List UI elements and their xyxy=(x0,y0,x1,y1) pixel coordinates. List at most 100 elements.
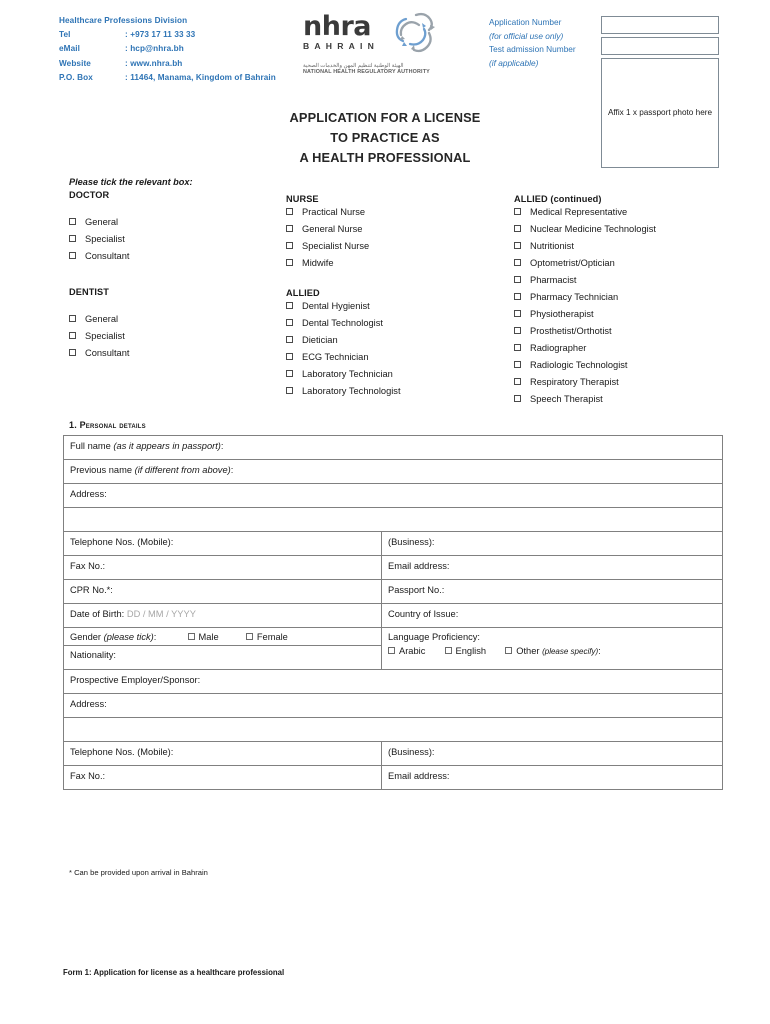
checkbox-icon[interactable] xyxy=(514,208,521,215)
cell-previous-name[interactable]: Previous name (if different from above): xyxy=(63,459,723,484)
cell-address[interactable]: Address: xyxy=(63,483,723,508)
table-row-cpr-passport: CPR No.*: Passport No.: xyxy=(63,579,723,604)
cell-employer-fax[interactable]: Fax No.: xyxy=(63,765,382,790)
cell-employer-address-line2[interactable] xyxy=(63,717,723,742)
checkbox-row-laboratory-technologist[interactable]: Laboratory Technologist xyxy=(286,383,401,400)
cell-fax[interactable]: Fax No.: xyxy=(63,555,382,580)
checkbox-icon[interactable] xyxy=(69,349,76,356)
table-row-address: Address: xyxy=(63,483,723,508)
cell-language-proficiency[interactable]: Language Proficiency: Arabic English Oth… xyxy=(381,627,723,670)
checkbox-icon-arabic[interactable] xyxy=(388,647,395,654)
checkbox-icon[interactable] xyxy=(514,259,521,266)
checkbox-icon[interactable] xyxy=(286,387,293,394)
checkbox-row-midwife[interactable]: Midwife xyxy=(286,255,401,272)
checkbox-row-optometrist-optician[interactable]: Optometrist/Optician xyxy=(514,255,656,272)
cell-email[interactable]: Email address: xyxy=(381,555,723,580)
checkbox-row-speech-therapist[interactable]: Speech Therapist xyxy=(514,391,656,408)
checkbox-icon[interactable] xyxy=(286,208,293,215)
checkbox-row-dental-technologist[interactable]: Dental Technologist xyxy=(286,315,401,332)
cell-date-of-birth[interactable]: Date of Birth: DD / MM / YYYY xyxy=(63,603,382,628)
checkbox-row-pharmacist[interactable]: Pharmacist xyxy=(514,272,656,289)
telephone-mobile-label: Telephone Nos. (Mobile): xyxy=(70,537,174,547)
checkbox-row-dietician[interactable]: Dietician xyxy=(286,332,401,349)
cell-employer-address[interactable]: Address: xyxy=(63,693,723,718)
checkbox-row-doctor-specialist[interactable]: Specialist xyxy=(69,231,129,248)
checkbox-icon[interactable] xyxy=(286,370,293,377)
checkbox-icon[interactable] xyxy=(286,225,293,232)
nationality-row[interactable]: Nationality: xyxy=(64,646,381,669)
checkbox-row-prosthetist-orthotist[interactable]: Prosthetist/Orthotist xyxy=(514,323,656,340)
checkbox-row-doctor-consultant[interactable]: Consultant xyxy=(69,248,129,265)
checkbox-icon[interactable] xyxy=(514,242,521,249)
fax-label: Fax No.: xyxy=(70,561,106,571)
cell-employer-telephone-business[interactable]: (Business): xyxy=(381,741,723,766)
logo-wordmark: nhra xyxy=(303,11,371,42)
checkbox-row-physiotherapist[interactable]: Physiotherapist xyxy=(514,306,656,323)
checkbox-row-dentist-general[interactable]: General xyxy=(69,311,129,328)
cell-telephone-mobile[interactable]: Telephone Nos. (Mobile): xyxy=(63,531,382,556)
checkbox-row-dentist-consultant[interactable]: Consultant xyxy=(69,345,129,362)
checkbox-icon[interactable] xyxy=(286,336,293,343)
checkbox-label: Practical Nurse xyxy=(302,207,366,217)
checkbox-row-radiographer[interactable]: Radiographer xyxy=(514,340,656,357)
checkbox-icon[interactable] xyxy=(69,235,76,242)
language-options[interactable]: Arabic English Other (please specify): xyxy=(388,646,722,656)
language-label: Language Proficiency: xyxy=(388,632,480,642)
checkbox-row-specialist-nurse[interactable]: Specialist Nurse xyxy=(286,238,401,255)
checkbox-row-doctor-general[interactable]: General xyxy=(69,214,129,231)
checkbox-icon[interactable] xyxy=(69,252,76,259)
checkbox-icon[interactable] xyxy=(514,276,521,283)
checkbox-row-dentist-specialist[interactable]: Specialist xyxy=(69,328,129,345)
cell-employer[interactable]: Prospective Employer/Sponsor: xyxy=(63,669,723,694)
checkbox-row-laboratory-technician[interactable]: Laboratory Technician xyxy=(286,366,401,383)
checkbox-icon[interactable] xyxy=(514,378,521,385)
checkbox-icon[interactable] xyxy=(286,259,293,266)
checkbox-icon[interactable] xyxy=(514,361,521,368)
cell-telephone-business[interactable]: (Business): xyxy=(381,531,723,556)
checkbox-row-practical-nurse[interactable]: Practical Nurse xyxy=(286,204,401,221)
cell-cpr[interactable]: CPR No.*: xyxy=(63,579,382,604)
cell-address-line2[interactable] xyxy=(63,507,723,532)
checkbox-icon[interactable] xyxy=(69,315,76,322)
cell-employer-email[interactable]: Email address: xyxy=(381,765,723,790)
checkbox-row-ecg-technician[interactable]: ECG Technician xyxy=(286,349,401,366)
gender-row[interactable]: Gender (please tick): Male Female xyxy=(64,628,381,646)
checkbox-row-dental-hygienist[interactable]: Dental Hygienist xyxy=(286,298,401,315)
checkbox-icon-female[interactable] xyxy=(245,633,253,640)
checkbox-icon[interactable] xyxy=(286,302,293,309)
checkbox-icon[interactable] xyxy=(69,218,76,225)
checkbox-row-general-nurse[interactable]: General Nurse xyxy=(286,221,401,238)
checkbox-row-respiratory-therapist[interactable]: Respiratory Therapist xyxy=(514,374,656,391)
checkbox-icon[interactable] xyxy=(514,327,521,334)
contact-block: Healthcare Professions Division Tel : +9… xyxy=(59,14,276,85)
checkbox-icon-other[interactable] xyxy=(505,647,513,654)
cell-employer-telephone-mobile[interactable]: Telephone Nos. (Mobile): xyxy=(63,741,382,766)
cell-full-name[interactable]: Full name (as it appears in passport): xyxy=(63,435,723,460)
checkbox-label: ECG Technician xyxy=(302,352,369,362)
checkbox-icon-male[interactable] xyxy=(187,633,195,640)
checkbox-icon[interactable] xyxy=(514,395,521,402)
cell-country-of-issue[interactable]: Country of Issue: xyxy=(381,603,723,628)
checkbox-icon[interactable] xyxy=(286,353,293,360)
checkbox-icon[interactable] xyxy=(514,344,521,351)
checkbox-row-radiologic-technologist[interactable]: Radiologic Technologist xyxy=(514,357,656,374)
test-admission-number-field[interactable] xyxy=(601,37,719,55)
checkbox-row-nutritionist[interactable]: Nutritionist xyxy=(514,238,656,255)
checkbox-label: Radiologic Technologist xyxy=(530,360,628,370)
checkbox-row-nuclear-medicine-technologist[interactable]: Nuclear Medicine Technologist xyxy=(514,221,656,238)
checkbox-icon[interactable] xyxy=(514,225,521,232)
application-number-field[interactable] xyxy=(601,16,719,34)
checkbox-row-pharmacy-technician[interactable]: Pharmacy Technician xyxy=(514,289,656,306)
cell-passport[interactable]: Passport No.: xyxy=(381,579,723,604)
checkbox-icon[interactable] xyxy=(514,293,521,300)
checkbox-row-medical-representative[interactable]: Medical Representative xyxy=(514,204,656,221)
previous-name-hint: (if different from above) xyxy=(134,465,231,475)
checkbox-icon-english[interactable] xyxy=(444,647,452,654)
table-row-gender-nationality-language: Gender (please tick): Male Female Nation… xyxy=(63,627,723,670)
checkbox-label: Radiographer xyxy=(530,343,587,353)
checkbox-icon[interactable] xyxy=(286,319,293,326)
checkbox-icon[interactable] xyxy=(514,310,521,317)
checkbox-icon[interactable] xyxy=(69,332,76,339)
checkbox-label: Dental Hygienist xyxy=(302,301,370,311)
checkbox-icon[interactable] xyxy=(286,242,293,249)
